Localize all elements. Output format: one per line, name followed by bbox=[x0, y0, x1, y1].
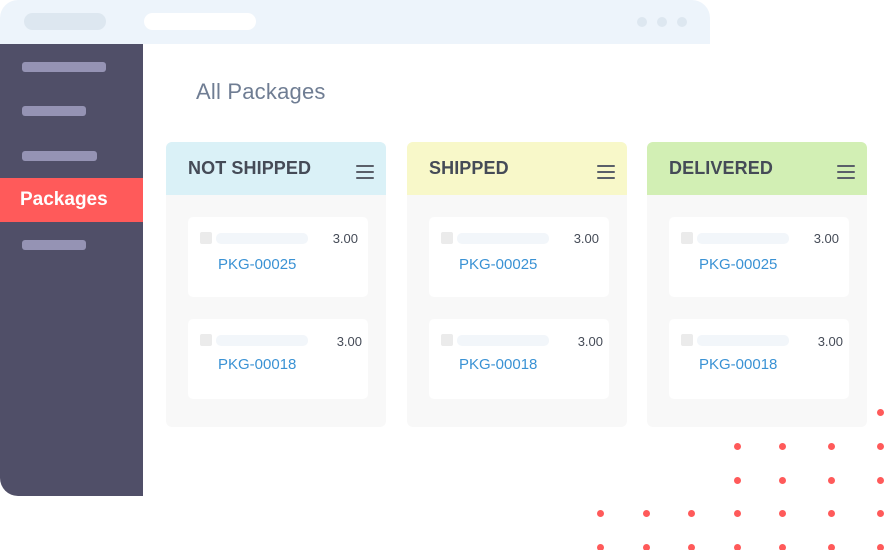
titlebar-placeholder-pill bbox=[24, 13, 106, 30]
package-id-link[interactable]: PKG-00025 bbox=[459, 256, 537, 273]
decorative-dot bbox=[734, 510, 741, 517]
card-placeholder-bar bbox=[697, 335, 789, 346]
window-titlebar bbox=[0, 0, 710, 44]
decorative-dot bbox=[688, 544, 695, 550]
package-id-link[interactable]: PKG-00018 bbox=[218, 356, 296, 373]
decorative-dot bbox=[877, 544, 884, 550]
sidebar-item-placeholder[interactable] bbox=[22, 151, 97, 161]
card-placeholder-bar bbox=[216, 233, 308, 244]
column-shipped: SHIPPED 3.00 PKG-00025 3.00 PKG-00018 bbox=[407, 142, 627, 427]
decorative-dot bbox=[828, 510, 835, 517]
decorative-dot bbox=[779, 544, 786, 550]
package-card[interactable]: 3.00 PKG-00018 bbox=[188, 319, 368, 399]
card-value: 3.00 bbox=[573, 231, 599, 246]
card-value: 3.00 bbox=[813, 231, 839, 246]
decorative-dot bbox=[779, 443, 786, 450]
column-header: SHIPPED bbox=[407, 142, 627, 195]
column-title: SHIPPED bbox=[429, 158, 509, 178]
decorative-dot bbox=[734, 477, 741, 484]
sidebar: Packages bbox=[0, 44, 143, 496]
decorative-dot bbox=[643, 510, 650, 517]
card-checkbox[interactable] bbox=[200, 334, 212, 346]
decorative-dot bbox=[828, 544, 835, 550]
card-placeholder-bar bbox=[216, 335, 308, 346]
card-value: 3.00 bbox=[336, 334, 362, 349]
column-title: DELIVERED bbox=[669, 158, 773, 178]
package-card[interactable]: 3.00 PKG-00025 bbox=[188, 217, 368, 297]
decorative-dot bbox=[734, 443, 741, 450]
column-title: NOT SHIPPED bbox=[188, 158, 312, 178]
package-card[interactable]: 3.00 PKG-00025 bbox=[429, 217, 609, 297]
window-control-dot[interactable] bbox=[677, 17, 687, 27]
card-placeholder-bar bbox=[457, 233, 549, 244]
card-placeholder-bar bbox=[697, 233, 789, 244]
hamburger-menu-icon[interactable] bbox=[597, 165, 615, 179]
window-control-dot[interactable] bbox=[637, 17, 647, 27]
column-delivered: DELIVERED 3.00 PKG-00025 3.00 PKG-00018 bbox=[647, 142, 867, 427]
card-value: 3.00 bbox=[332, 231, 358, 246]
decorative-dot bbox=[877, 443, 884, 450]
package-id-link[interactable]: PKG-00018 bbox=[459, 356, 537, 373]
card-checkbox[interactable] bbox=[441, 334, 453, 346]
package-card[interactable]: 3.00 PKG-00018 bbox=[669, 319, 849, 399]
card-checkbox[interactable] bbox=[200, 232, 212, 244]
package-id-link[interactable]: PKG-00025 bbox=[699, 256, 777, 273]
page-title: All Packages bbox=[196, 79, 326, 104]
decorative-dot bbox=[779, 477, 786, 484]
column-header: DELIVERED bbox=[647, 142, 867, 195]
decorative-dot bbox=[877, 510, 884, 517]
address-bar-placeholder[interactable] bbox=[144, 13, 256, 30]
package-id-link[interactable]: PKG-00018 bbox=[699, 356, 777, 373]
decorative-dot bbox=[877, 409, 884, 416]
window-control-dot[interactable] bbox=[657, 17, 667, 27]
hamburger-menu-icon[interactable] bbox=[356, 165, 374, 179]
decorative-dot bbox=[597, 510, 604, 517]
column-not-shipped: NOT SHIPPED 3.00 PKG-00025 3.00 PKG-0001… bbox=[166, 142, 386, 427]
hamburger-menu-icon[interactable] bbox=[837, 165, 855, 179]
card-value: 3.00 bbox=[577, 334, 603, 349]
decorative-dot bbox=[828, 443, 835, 450]
sidebar-item-placeholder[interactable] bbox=[22, 106, 86, 116]
sidebar-item-placeholder[interactable] bbox=[22, 240, 86, 250]
decorative-dot bbox=[688, 510, 695, 517]
card-value: 3.00 bbox=[817, 334, 843, 349]
card-checkbox[interactable] bbox=[681, 334, 693, 346]
package-card[interactable]: 3.00 PKG-00018 bbox=[429, 319, 609, 399]
decorative-dot bbox=[828, 477, 835, 484]
card-checkbox[interactable] bbox=[441, 232, 453, 244]
package-id-link[interactable]: PKG-00025 bbox=[218, 256, 296, 273]
column-header: NOT SHIPPED bbox=[166, 142, 386, 195]
sidebar-item-packages[interactable]: Packages bbox=[0, 178, 143, 222]
card-placeholder-bar bbox=[457, 335, 549, 346]
sidebar-item-placeholder[interactable] bbox=[22, 62, 106, 72]
package-card[interactable]: 3.00 PKG-00025 bbox=[669, 217, 849, 297]
card-checkbox[interactable] bbox=[681, 232, 693, 244]
decorative-dot bbox=[643, 544, 650, 550]
decorative-dot bbox=[597, 544, 604, 550]
decorative-dot bbox=[779, 510, 786, 517]
decorative-dot bbox=[877, 477, 884, 484]
decorative-dot bbox=[734, 544, 741, 550]
